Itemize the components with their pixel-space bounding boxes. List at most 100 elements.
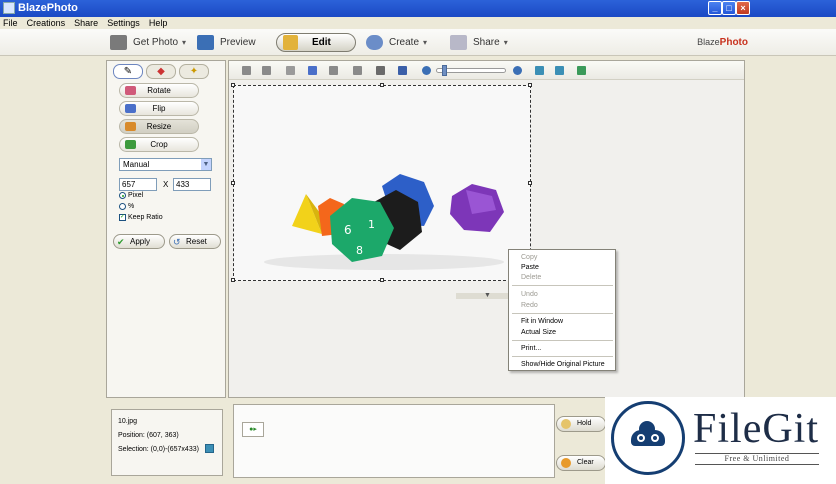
rotate-button[interactable]: Rotate	[119, 83, 199, 98]
shadow	[264, 254, 504, 270]
share-button[interactable]: Share ▾	[450, 33, 508, 52]
resize-handle-bottom[interactable]	[380, 278, 384, 282]
menu-settings[interactable]: Settings	[104, 17, 143, 29]
width-input[interactable]: 657	[119, 178, 157, 191]
menu-copy[interactable]: Copy	[521, 253, 537, 262]
percent-radio[interactable]	[119, 203, 126, 210]
grid-icon[interactable]	[577, 66, 586, 75]
main-toolbar: Get Photo ▾ Preview Edit Create ▾ Share ▾ B…	[0, 29, 836, 56]
resize-handle-right[interactable]	[528, 181, 532, 185]
rotate-right-icon[interactable]	[262, 66, 271, 75]
app-icon	[3, 2, 15, 14]
reset-button[interactable]: ↺ Reset	[169, 234, 221, 249]
percent-option[interactable]: %	[119, 203, 134, 210]
menu-show-hide-original[interactable]: Show/Hide Original Picture	[521, 360, 605, 369]
zoom-out-icon[interactable]	[422, 66, 431, 75]
thumbnail-add[interactable]: ●▸	[242, 422, 264, 437]
clear-button[interactable]: Clear	[556, 455, 606, 471]
paste-icon[interactable]	[308, 66, 317, 75]
magic-wand-icon: ✦	[189, 66, 199, 77]
flip-button[interactable]: Flip	[119, 101, 199, 116]
flip-icon	[125, 104, 136, 113]
menu-paste[interactable]: Paste	[521, 263, 539, 272]
resize-handle-left[interactable]	[231, 181, 235, 185]
tab-basic-edit[interactable]: ✎	[113, 64, 143, 79]
minimize-button[interactable]: _	[708, 1, 722, 15]
resize-button[interactable]: Resize	[119, 119, 199, 134]
menu-undo[interactable]: Undo	[521, 290, 538, 299]
keep-ratio-option[interactable]: ✓ Keep Ratio	[119, 214, 163, 221]
printer-icon	[450, 35, 467, 50]
clear-icon	[561, 458, 571, 468]
copy-icon[interactable]	[286, 66, 295, 75]
zoom-in-icon[interactable]	[513, 66, 522, 75]
preview-button[interactable]: Preview	[197, 33, 256, 52]
brand-prefix: Blaze	[697, 37, 720, 47]
menu-separator	[512, 356, 613, 357]
window-title: BlazePhoto	[18, 2, 78, 14]
crop-icon	[125, 140, 136, 149]
menu-separator	[512, 313, 613, 314]
preview-icon	[197, 35, 214, 50]
height-input[interactable]: 433	[173, 178, 211, 191]
delete-icon[interactable]	[329, 66, 338, 75]
save-as-icon[interactable]	[398, 66, 407, 75]
menu-file[interactable]: File	[0, 17, 21, 29]
copy-selection-icon[interactable]	[205, 444, 214, 453]
apply-button[interactable]: ✔ Apply	[113, 234, 165, 249]
edit-button[interactable]: Edit	[276, 33, 356, 52]
title-bar: BlazePhoto _ □ ×	[0, 0, 836, 17]
close-button[interactable]: ×	[736, 1, 750, 15]
fit-window-icon[interactable]	[535, 66, 544, 75]
selection-info: Selection: (0,0)-(657x433)	[118, 446, 199, 453]
pixel-option[interactable]: Pixel	[119, 192, 143, 199]
disc-icon	[366, 35, 383, 50]
photo-canvas[interactable]: 6 8 1	[231, 83, 532, 282]
resize-label: Resize	[146, 122, 172, 131]
crop-button[interactable]: Crop	[119, 137, 199, 152]
zoom-slider-thumb[interactable]	[442, 65, 447, 76]
menu-fit-window[interactable]: Fit in Window	[521, 317, 563, 326]
rotate-left-icon[interactable]	[242, 66, 251, 75]
flip-icon[interactable]	[353, 66, 362, 75]
menu-actual-size[interactable]: Actual Size	[521, 328, 556, 337]
tab-effects[interactable]: ✦	[179, 64, 209, 79]
rotate-icon	[125, 86, 136, 95]
hold-label: Hold	[577, 420, 592, 427]
actual-size-icon[interactable]	[555, 66, 564, 75]
create-button[interactable]: Create ▾	[366, 33, 427, 52]
dimension-separator: X	[163, 180, 169, 189]
image-info-panel: 10.jpg Position: (607, 363) Selection: (…	[111, 409, 223, 476]
menu-delete[interactable]: Delete	[521, 273, 541, 282]
chevron-down-icon: ▾	[503, 38, 508, 47]
tab-retouch[interactable]: ◆	[146, 64, 176, 79]
resize-handle-tr[interactable]	[528, 83, 532, 87]
maximize-button[interactable]: □	[722, 1, 736, 15]
resize-icon	[125, 122, 136, 131]
brand-logo: BlazePhoto	[697, 37, 748, 48]
save-icon[interactable]	[376, 66, 385, 75]
green-die-number-6: 6	[344, 223, 352, 237]
menu-creations[interactable]: Creations	[24, 17, 69, 29]
tool-tabs: ✎ ◆ ✦	[113, 64, 212, 80]
camera-icon	[110, 35, 127, 50]
menu-help[interactable]: Help	[146, 17, 171, 29]
resize-handle-bl[interactable]	[231, 278, 235, 282]
menu-share[interactable]: Share	[71, 17, 101, 29]
brush-icon	[283, 35, 298, 50]
filegit-watermark: FileGit Free & Unlimited	[605, 397, 836, 484]
menu-print[interactable]: Print...	[521, 344, 541, 353]
resize-mode-value: Manual	[123, 160, 150, 169]
hold-button[interactable]: Hold	[556, 416, 606, 432]
resize-handle-tl[interactable]	[231, 83, 235, 87]
chevron-down-icon: ▼	[484, 292, 491, 299]
resize-handle-top[interactable]	[380, 83, 384, 87]
menu-redo[interactable]: Redo	[521, 301, 538, 310]
eraser-icon: ◆	[157, 66, 165, 77]
checkmark-icon: ✔	[117, 237, 125, 247]
pixel-radio[interactable]	[119, 192, 126, 199]
keep-ratio-checkbox[interactable]: ✓	[119, 214, 126, 221]
crop-label: Crop	[150, 140, 168, 149]
get-photo-button[interactable]: Get Photo ▾	[110, 33, 186, 52]
resize-mode-select[interactable]: Manual ▼	[119, 158, 212, 171]
